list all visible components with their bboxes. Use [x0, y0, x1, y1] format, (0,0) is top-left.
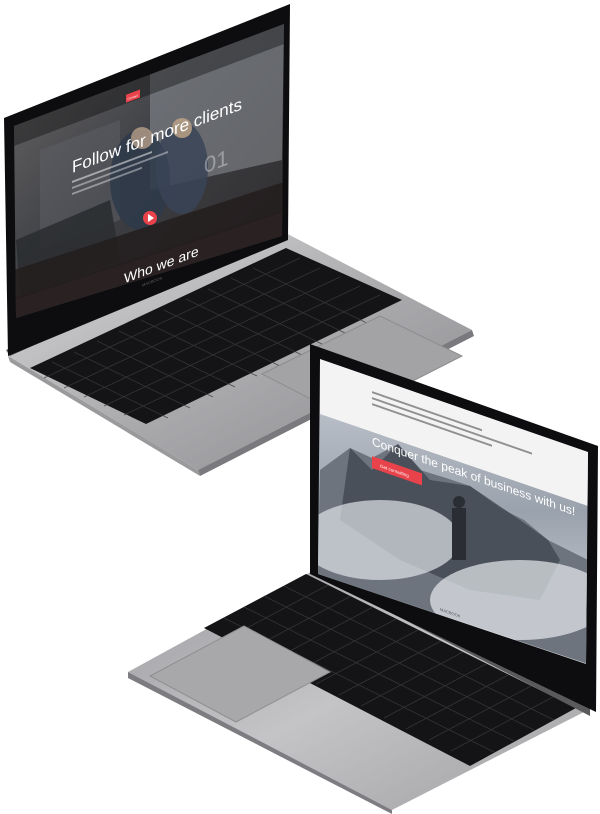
mockup-svg: Contact Follow for more clients 01 Who w…	[4, 4, 598, 814]
climber-figure	[452, 508, 466, 560]
mockup-scene: Contact Follow for more clients 01 Who w…	[0, 0, 600, 814]
